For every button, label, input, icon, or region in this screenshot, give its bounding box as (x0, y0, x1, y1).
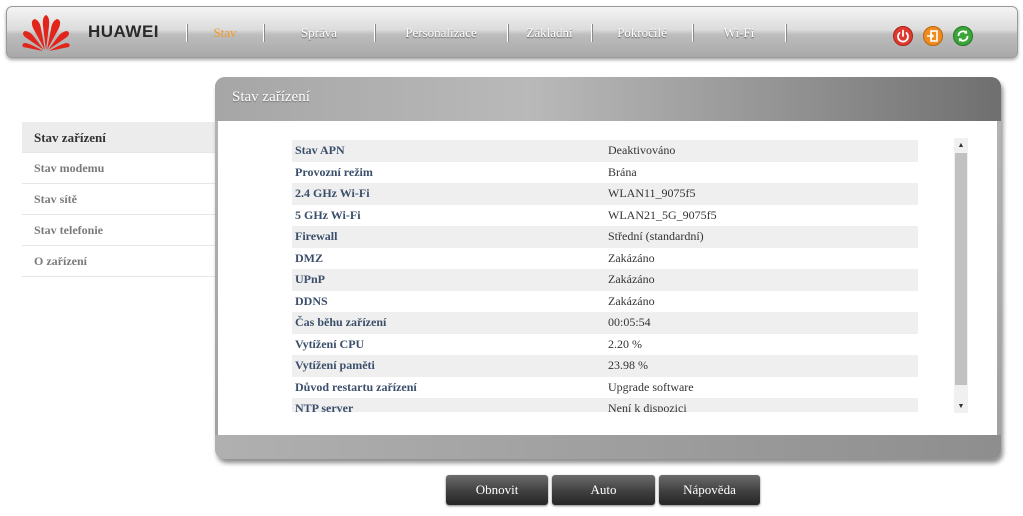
table-row: Vytížení CPU 2.20 % (292, 334, 918, 356)
panel-header: Stav zařízení (215, 77, 1001, 121)
table-row: Čas běhu zařízení 00:05:54 (292, 312, 918, 334)
row-label: Vytížení CPU (295, 336, 365, 351)
table-row: Vytížení paměti 23.98 % (292, 355, 918, 377)
row-label: DDNS (295, 293, 328, 308)
panel-footer (215, 435, 1001, 459)
row-value: Deaktivováno (608, 143, 676, 158)
table-scrollbar[interactable]: ▲ ▼ (954, 138, 968, 413)
table-row: Stav APN Deaktivováno (292, 140, 918, 162)
sidebar-item-stav-site[interactable]: Stav sítě (22, 184, 215, 215)
auto-button[interactable]: Auto (552, 475, 655, 505)
row-label: DMZ (295, 250, 323, 265)
table-row: DDNS Zakázáno (292, 291, 918, 313)
row-value: Není k dispozici (608, 401, 687, 412)
huawei-logo-icon (22, 15, 70, 51)
row-label: Firewall (295, 229, 338, 244)
row-value: Střední (standardní) (608, 229, 704, 244)
sidebar: Stav zařízení Stav modemu Stav sítě Stav… (22, 122, 215, 277)
sidebar-item-stav-telefonie[interactable]: Stav telefonie (22, 215, 215, 246)
table-row: DMZ Zakázáno (292, 248, 918, 270)
logout-button[interactable] (923, 26, 943, 46)
menu-item-wifi[interactable]: Wi-Fi (693, 25, 785, 41)
row-label: Provozní režim (295, 164, 373, 179)
sidebar-item-o-zarizeni[interactable]: O zařízení (22, 246, 215, 277)
table-row: UPnP Zakázáno (292, 269, 918, 291)
panel-title: Stav zařízení (232, 89, 310, 105)
scroll-down-icon[interactable]: ▼ (954, 399, 968, 413)
scroll-up-icon[interactable]: ▲ (954, 138, 968, 152)
row-label: Vytížení paměti (295, 358, 375, 373)
row-label: Čas běhu zařízení (295, 315, 387, 330)
menu-item-sprava[interactable]: Správa (264, 25, 374, 41)
table-row: 5 GHz Wi-Fi WLAN21_5G_9075f5 (292, 205, 918, 227)
table-row: Firewall Střední (standardní) (292, 226, 918, 248)
menu-item-personalizace[interactable]: Personalizace (375, 25, 507, 41)
power-icon (893, 26, 913, 46)
row-label: 2.4 GHz Wi-Fi (295, 186, 370, 201)
refresh-icon (953, 26, 973, 46)
menu-divider (785, 24, 786, 42)
row-value: 00:05:54 (608, 315, 651, 330)
row-value: Zakázáno (608, 272, 655, 287)
help-button[interactable]: Nápověda (659, 475, 760, 505)
row-value: 2.20 % (608, 336, 642, 351)
row-value: WLAN21_5G_9075f5 (608, 207, 717, 222)
row-value: Zakázáno (608, 250, 655, 265)
table-row: NTP server Není k dispozici (292, 398, 918, 412)
row-value: Zakázáno (608, 293, 655, 308)
row-label: Stav APN (295, 143, 345, 158)
row-value: Upgrade software (608, 379, 694, 394)
menu-item-zakladni[interactable]: Základní (508, 25, 591, 41)
row-label: Důvod restartu zařízení (295, 379, 417, 394)
logout-icon (923, 26, 943, 46)
panel-body: Stav APN Deaktivováno Provozní režim Brána… (218, 121, 997, 435)
row-label: NTP server (295, 401, 354, 412)
table-row: Důvod restartu zařízení Upgrade software (292, 377, 918, 399)
scrollbar-thumb[interactable] (955, 153, 967, 385)
status-table: Stav APN Deaktivováno Provozní režim Brána… (292, 140, 918, 412)
power-button[interactable] (893, 26, 913, 46)
menu-item-stav[interactable]: Stav (187, 25, 263, 41)
refresh-button[interactable] (953, 26, 973, 46)
row-value: WLAN11_9075f5 (608, 186, 696, 201)
brand-name: HUAWEI (88, 22, 159, 41)
sidebar-item-stav-zarizeni[interactable]: Stav zařízení (22, 122, 215, 153)
row-label: UPnP (295, 272, 325, 287)
top-navigation-bar: HUAWEI Stav Správa Personalizace Základn… (6, 6, 1018, 58)
table-row: 2.4 GHz Wi-Fi WLAN11_9075f5 (292, 183, 918, 205)
row-value: 23.98 % (608, 358, 648, 373)
menu-item-pokrocile[interactable]: Pokročilé (592, 25, 692, 41)
sidebar-item-stav-modemu[interactable]: Stav modemu (22, 153, 215, 184)
table-row: Provozní režim Brána (292, 162, 918, 184)
refresh-page-button[interactable]: Obnovit (446, 475, 548, 505)
row-label: 5 GHz Wi-Fi (295, 207, 361, 222)
main-menu: Stav Správa Personalizace Základní Pokro… (186, 22, 786, 44)
row-value: Brána (608, 164, 637, 179)
device-status-panel: Stav zařízení Stav APN Deaktivováno Provo… (215, 77, 1001, 459)
